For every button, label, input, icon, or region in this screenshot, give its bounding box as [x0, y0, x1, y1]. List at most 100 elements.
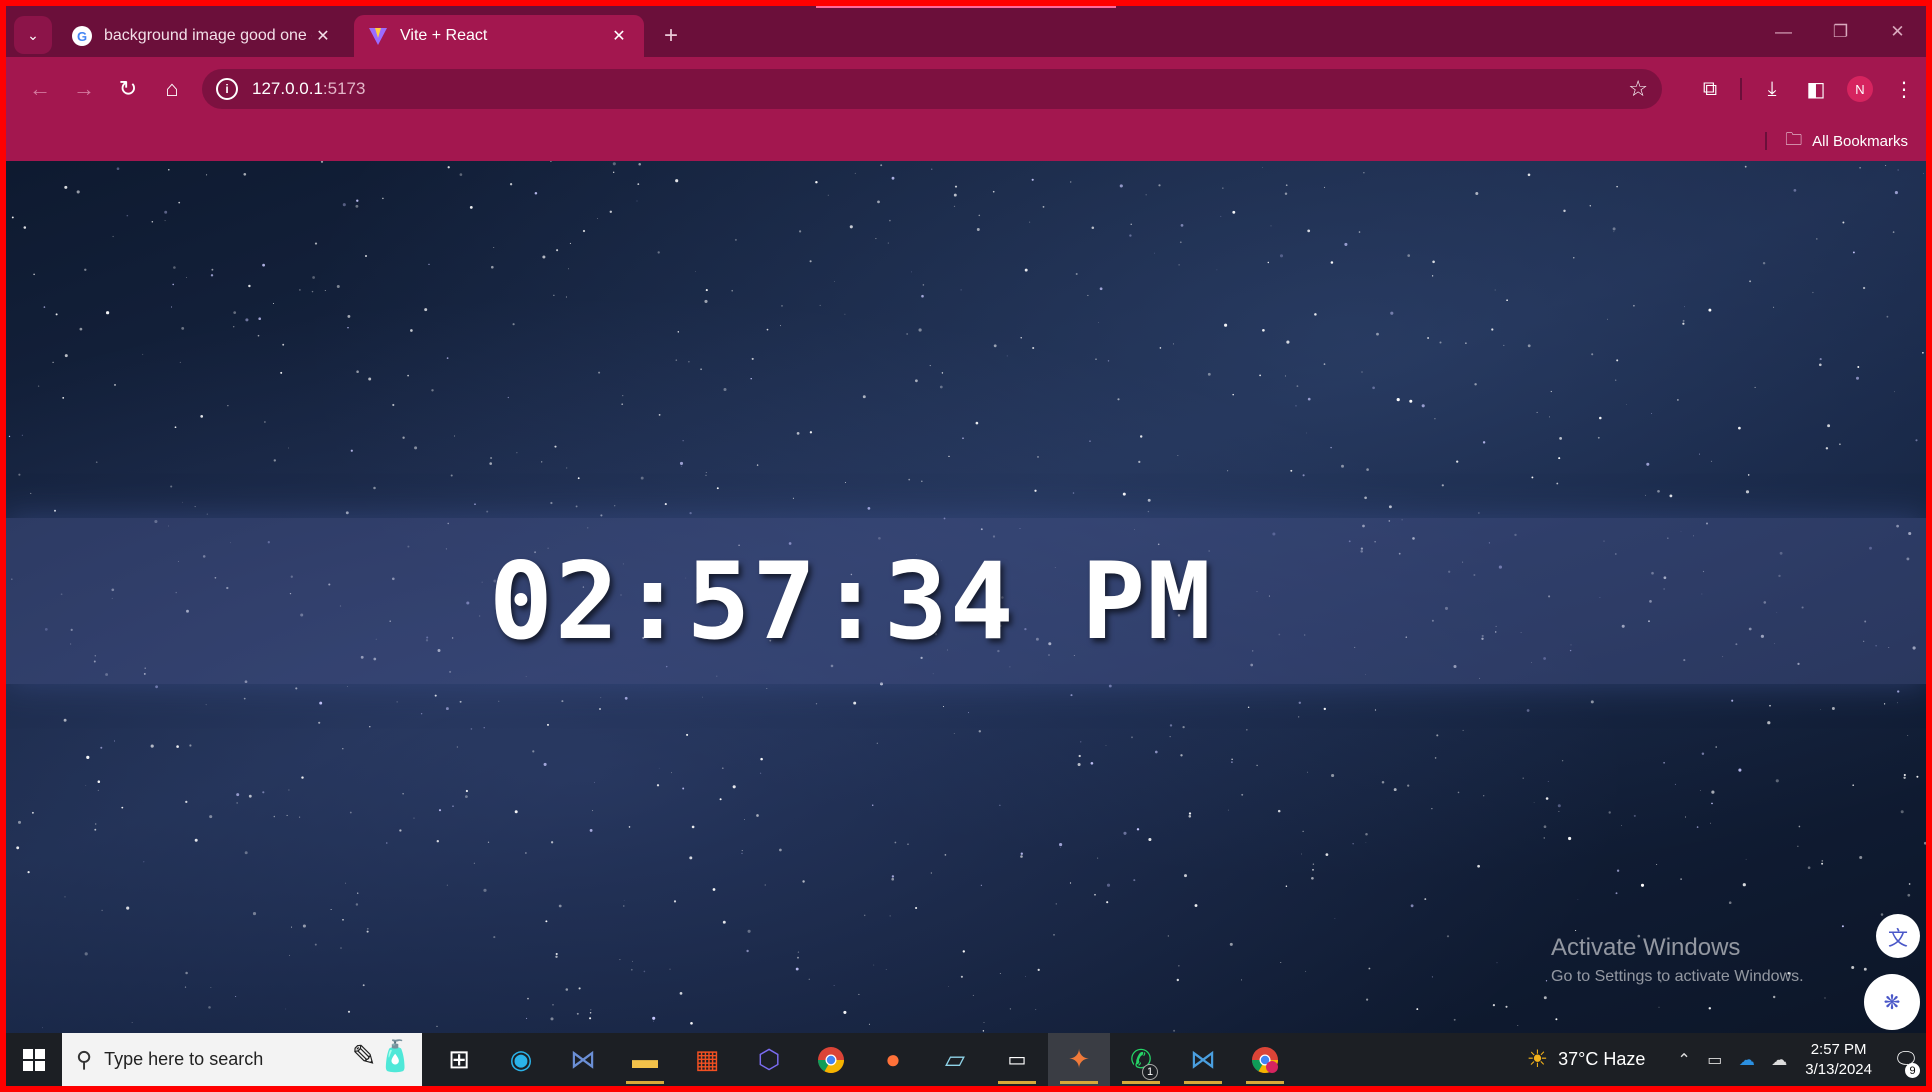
star-dot [1407, 784, 1410, 787]
tab-background-image[interactable]: G background image good one - ✕ [58, 15, 348, 57]
star-dot [470, 728, 473, 730]
whatsapp-icon[interactable]: ✆ 1 [1110, 1033, 1172, 1086]
home-button[interactable]: ⌂ [150, 67, 194, 111]
bookmark-star-icon[interactable]: ☆ [1628, 76, 1648, 102]
star-dot [565, 988, 569, 991]
extensions-icon[interactable]: ⧉ [1688, 67, 1732, 111]
cloud-icon[interactable]: ☁ [1771, 1052, 1787, 1069]
star-dot [1312, 868, 1314, 871]
tab-title: background image good one - [104, 27, 312, 44]
paint-icon[interactable]: ✦ [1048, 1033, 1110, 1086]
ms-store-icon[interactable]: ▦ [676, 1033, 738, 1086]
downloads-icon[interactable]: ⤓ [1750, 67, 1794, 111]
star-dot [1372, 386, 1375, 390]
vscode-icon[interactable]: ⋈ [1172, 1033, 1234, 1086]
star-dot [1177, 455, 1179, 457]
star-dot [972, 994, 974, 996]
chrome-icon[interactable] [800, 1033, 862, 1086]
all-bookmarks-link[interactable]: All Bookmarks [1812, 133, 1908, 150]
star-dot [410, 329, 413, 332]
star-dot [1839, 443, 1841, 446]
star-dot [636, 200, 638, 202]
star-dot [1536, 411, 1538, 413]
onedrive-icon[interactable]: ☁ [1739, 1052, 1755, 1069]
minimize-icon[interactable]: — [1755, 6, 1812, 57]
star-dot [282, 343, 285, 346]
taskbar-clock[interactable]: 2:57 PM 3/13/2024 [1805, 1040, 1872, 1080]
star-dot [554, 445, 557, 448]
profile-avatar[interactable]: N [1847, 76, 1873, 102]
restore-icon[interactable]: ❐ [1812, 6, 1869, 57]
star-dot [1708, 308, 1712, 312]
star-dot [953, 205, 956, 208]
star-dot [1194, 904, 1198, 907]
star-dot [1710, 460, 1713, 463]
star-dot [174, 426, 177, 429]
star-dot [1543, 837, 1545, 839]
star-dot [1897, 690, 1900, 693]
star-dot [355, 903, 359, 906]
start-button[interactable] [6, 1033, 62, 1086]
star-dot [1311, 876, 1314, 880]
menu-kebab-icon[interactable]: ⋮ [1882, 67, 1926, 111]
notification-center-icon[interactable]: 🗨 9 [1886, 1033, 1926, 1086]
star-dot [875, 238, 877, 240]
star-dot [262, 263, 265, 267]
reload-button[interactable]: ↻ [106, 67, 150, 111]
file-explorer-icon[interactable]: ▬ [614, 1033, 676, 1086]
url-port: :5173 [322, 79, 366, 98]
side-panel-icon[interactable]: ◧ [1794, 67, 1838, 111]
star-dot [258, 317, 262, 321]
star-dot [907, 843, 909, 846]
notepad-icon[interactable]: ▱ [924, 1033, 986, 1086]
star-dot [929, 365, 931, 367]
star-dot [1106, 901, 1109, 904]
star-dot [1314, 313, 1317, 316]
edge-icon[interactable]: ◉ [490, 1033, 552, 1086]
star-dot [1505, 1005, 1508, 1008]
star-dot [285, 1008, 287, 1010]
star-dot [1616, 359, 1619, 362]
chevron-up-icon[interactable]: ⌃ [1677, 1052, 1690, 1069]
star-dot [1633, 814, 1636, 817]
close-tab-icon[interactable]: ✕ [312, 25, 334, 47]
back-button[interactable]: ← [18, 67, 62, 111]
vscode-blue-icon[interactable]: ⋈ [552, 1033, 614, 1086]
battery-icon[interactable]: ▭ [1707, 1052, 1722, 1069]
star-dot [948, 455, 950, 457]
star-dot [759, 772, 762, 774]
star-dot [349, 811, 352, 814]
firefox-icon[interactable]: ● [862, 1033, 924, 1086]
address-bar[interactable]: i 127.0.0.1 :5173 ☆ [202, 69, 1662, 109]
star-dot [114, 383, 116, 386]
star-dot [493, 936, 496, 939]
terminal-icon[interactable]: ▭ [986, 1033, 1048, 1086]
star-dot [42, 1027, 44, 1029]
star-dot [85, 785, 87, 787]
taskbar-search-box[interactable]: ⚲ Type here to search ✎🧴 [62, 1033, 422, 1086]
star-dot [796, 432, 800, 435]
star-dot [960, 975, 963, 978]
weather-widget[interactable]: ☀ 37°C Haze [1527, 1045, 1646, 1074]
tab-vite-react[interactable]: Vite + React ✕ [354, 15, 644, 57]
star-dot [555, 952, 558, 956]
star-dot [424, 308, 428, 312]
task-view-icon[interactable]: ⊞ [428, 1033, 490, 1086]
star-dot [37, 385, 40, 387]
star-dot [1188, 812, 1192, 815]
translate-icon[interactable]: 文 [1876, 914, 1920, 958]
star-dot [11, 216, 14, 219]
close-tab-icon[interactable]: ✕ [608, 25, 630, 47]
tab-search-button[interactable]: ⌄ [14, 16, 52, 54]
bing-icon[interactable]: ⬡ [738, 1033, 800, 1086]
star-dot [555, 955, 558, 958]
new-tab-button[interactable]: + [656, 21, 686, 51]
star-dot [382, 197, 384, 200]
star-dot [291, 926, 293, 928]
star-dot [150, 744, 154, 748]
close-window-icon[interactable]: ✕ [1869, 6, 1926, 57]
ai-assistant-icon[interactable]: ❋ [1864, 974, 1920, 1030]
site-info-icon[interactable]: i [216, 78, 238, 100]
chrome-profile-icon[interactable] [1234, 1033, 1296, 1086]
forward-button[interactable]: → [62, 67, 106, 111]
